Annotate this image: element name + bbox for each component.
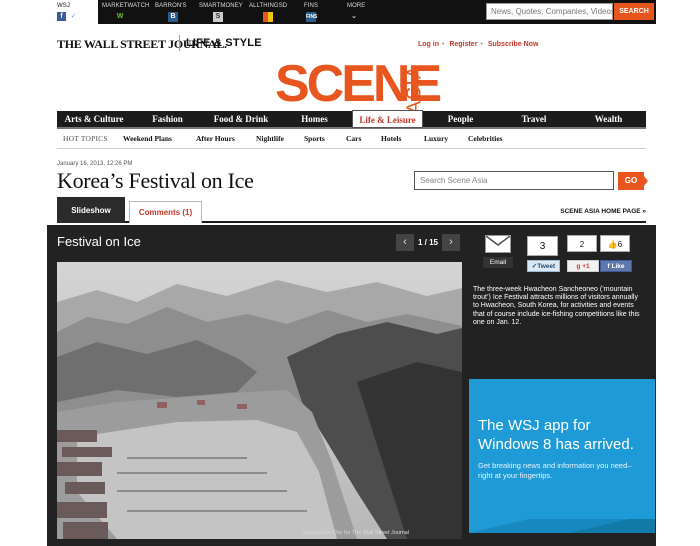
like-label: Like (611, 263, 625, 270)
barrons-logo-icon: B (168, 12, 178, 22)
nav-item-people[interactable]: People (424, 111, 497, 127)
site-tab-marketwatch[interactable]: MARKETWATCH W (102, 0, 150, 24)
slide-photo[interactable] (57, 262, 462, 539)
site-tab-label: WSJ (57, 3, 70, 9)
ice-festival-photo (57, 262, 462, 539)
like-count: 6 (617, 240, 623, 249)
topic-sports[interactable]: Sports (304, 134, 325, 143)
nav-item-life-leisure[interactable]: Life & Leisure (352, 110, 423, 128)
site-tab-wsj[interactable]: WSJ f ✓ (52, 0, 98, 24)
facebook-icon[interactable]: f (57, 12, 66, 21)
topic-hotels[interactable]: Hotels (381, 134, 401, 143)
slide-title: Festival on Ice (57, 234, 141, 249)
topic-celebrities[interactable]: Celebrities (468, 134, 503, 143)
site-tab-smartmoney[interactable]: SMARTMONEY S (199, 0, 249, 24)
login-link[interactable]: Log in (418, 41, 439, 48)
site-tab-label: ALLTHINGSD (249, 3, 288, 9)
photo-credit: SeongJoon Cho for The Wall Street Journa… (303, 530, 410, 536)
tweet-label: Tweet (537, 263, 556, 270)
nav-item-food-drink[interactable]: Food & Drink (204, 111, 278, 127)
topic-luxury[interactable]: Luxury (424, 134, 448, 143)
site-tab-label: BARRON'S (155, 3, 187, 9)
scene-search-input[interactable]: Search Scene Asia (414, 171, 614, 190)
header-divider (179, 35, 180, 51)
subscribe-link[interactable]: Subscribe Now (488, 41, 539, 48)
nav-item-travel[interactable]: Travel (497, 111, 571, 127)
network-bar: WSJ f ✓ MARKETWATCH W BARRON'S B SMARTMON… (0, 0, 700, 24)
allthingsd-logo-icon (263, 12, 273, 22)
prev-slide-button[interactable]: ‹ (396, 234, 414, 251)
article-headline: Korea’s Festival on Ice (57, 168, 254, 193)
link-separator: • (480, 41, 483, 48)
topic-cars[interactable]: Cars (346, 134, 361, 143)
social-icons: f ✓ (57, 12, 98, 21)
site-tab-label: SMARTMONEY (199, 3, 243, 9)
account-links: Log in • Register • Subscribe Now (418, 41, 541, 48)
fins-logo-icon: FINS (306, 12, 318, 22)
global-search-button[interactable]: SEARCH (614, 3, 654, 20)
chevron-down-icon: ⌄ (351, 13, 357, 20)
tweet-button[interactable]: ✓Tweet (527, 260, 560, 272)
next-slide-button[interactable]: › (442, 234, 460, 251)
wsj-app-ad[interactable]: The WSJ app for Windows 8 has arrived. G… (469, 379, 655, 533)
topic-weekend-plans[interactable]: Weekend Plans (123, 134, 172, 143)
slide-counter: 1 / 15 (417, 238, 438, 247)
asia-logo: ASIA (396, 60, 428, 115)
slide-caption: The three-week Hwacheon Sancheoneo (‘mou… (473, 286, 640, 326)
thumbs-up-icon: 👍 (607, 240, 618, 249)
site-tab-fins[interactable]: FINS FINS (304, 0, 334, 24)
gplus-label: +1 (582, 263, 590, 270)
site-tab-allthingsd[interactable]: ALLTHINGSD (249, 0, 299, 24)
article-tabbar: Slideshow Comments (1) SCENE ASIA HOME P… (57, 197, 646, 223)
site-tab-barrons[interactable]: BARRON'S B (155, 0, 200, 24)
facebook-icon: f (607, 263, 610, 270)
hot-topics-bar: HOT TOPICS Weekend Plans After Hours Nig… (57, 131, 646, 149)
section-title[interactable]: LIFE & STYLE (186, 37, 262, 49)
tweet-count: 3 (527, 236, 558, 256)
scene-asia-home-link[interactable]: SCENE ASIA HOME PAGE » (560, 208, 646, 215)
topic-after-hours[interactable]: After Hours (196, 134, 235, 143)
twitter-icon[interactable]: ✓ (69, 12, 78, 21)
register-link[interactable]: Register (449, 41, 477, 48)
ad-body: Get breaking news and information you ne… (478, 461, 632, 480)
marketwatch-logo-icon: W (116, 13, 124, 20)
hot-topics-label: HOT TOPICS (63, 134, 108, 143)
global-search-input[interactable]: News, Quotes, Companies, Videos (486, 3, 613, 20)
main-nav: Arts & Culture Fashion Food & Drink Home… (57, 110, 646, 129)
site-tab-label: FINS (304, 3, 319, 9)
slideshow-panel: Festival on Ice ‹ 1 / 15 › SeongJoon Cho… (47, 225, 656, 546)
nav-item-wealth[interactable]: Wealth (571, 111, 646, 127)
tab-slideshow[interactable]: Slideshow (57, 197, 125, 223)
gplus-icon: g (576, 263, 581, 270)
asia-logo-text: ASIA (403, 64, 426, 115)
envelope-icon (485, 235, 511, 253)
topic-nightlife[interactable]: Nightlife (256, 134, 284, 143)
site-tab-label: MORE (347, 3, 366, 9)
site-tab-more[interactable]: MORE ⌄ (347, 0, 377, 24)
gplus-count: 2 (567, 235, 597, 252)
link-separator: • (442, 41, 445, 48)
gplus-button[interactable]: g +1 (567, 260, 599, 272)
article-timestamp: January 16, 2013, 12:26 PM (57, 161, 133, 167)
ad-decoration (469, 519, 655, 533)
nav-item-fashion[interactable]: Fashion (131, 111, 204, 127)
like-count-box: 👍6 (600, 235, 630, 252)
smartmoney-logo-icon: S (213, 12, 223, 22)
facebook-like-button[interactable]: f Like (600, 260, 632, 272)
email-label: Email (483, 257, 513, 268)
nav-item-arts-culture[interactable]: Arts & Culture (57, 111, 131, 127)
go-button[interactable]: GO (618, 172, 644, 190)
site-tab-label: MARKETWATCH (102, 3, 150, 9)
go-button-arrow (644, 176, 648, 186)
ad-title: The WSJ app for Windows 8 has arrived. (478, 417, 634, 453)
tab-comments[interactable]: Comments (1) (129, 201, 202, 223)
nav-item-homes[interactable]: Homes (278, 111, 351, 127)
email-share-button[interactable]: Email (483, 233, 513, 271)
